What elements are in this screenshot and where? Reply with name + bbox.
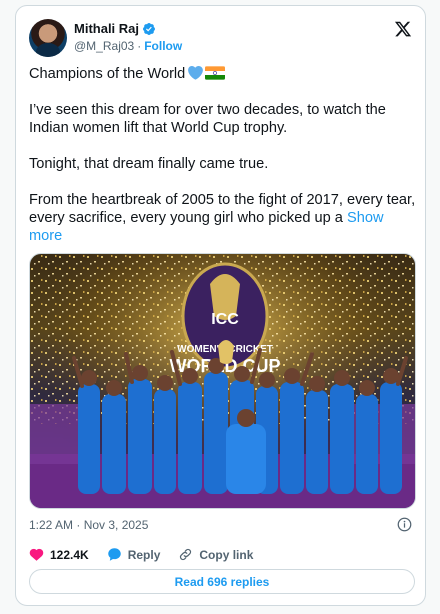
heart-icon bbox=[29, 548, 44, 561]
blue-heart-emoji bbox=[188, 66, 204, 80]
likes-count: 122.4K bbox=[50, 547, 89, 562]
link-icon bbox=[180, 548, 192, 561]
copy-link-label: Copy link bbox=[199, 547, 254, 562]
tweet-card: Mithali Raj @M_Raj03 · Follow Champions … bbox=[15, 5, 426, 606]
tweet-paragraph-4: From the heartbreak of 2005 to the fight… bbox=[29, 191, 417, 245]
tweet-text: Champions of the World I’ve seen this dr… bbox=[29, 65, 417, 245]
info-icon[interactable] bbox=[397, 517, 412, 532]
like-action[interactable]: 122.4K bbox=[29, 547, 89, 562]
tweet-headline: Champions of the World bbox=[29, 66, 186, 82]
x-logo-icon[interactable] bbox=[394, 20, 412, 38]
tweet-paragraph-3: Tonight, that dream finally came true. bbox=[29, 156, 269, 172]
trophy bbox=[218, 340, 234, 364]
reply-label: Reply bbox=[127, 547, 161, 562]
author-name-row: Mithali Raj bbox=[74, 21, 156, 36]
author-handle-row: @M_Raj03 · Follow bbox=[74, 39, 182, 53]
author-handle[interactable]: @M_Raj03 bbox=[74, 39, 134, 53]
tweet-timestamp[interactable]: 1:22 AM · Nov 3, 2025 bbox=[29, 518, 148, 532]
follow-button[interactable]: Follow bbox=[144, 39, 182, 53]
tweet-photo[interactable]: ICC WOMEN'S CRICKET WORLD CUP bbox=[29, 253, 416, 509]
logo-icc-text: ICC bbox=[211, 311, 239, 328]
tweet-actions: 122.4K Reply Copy link bbox=[29, 547, 271, 562]
separator-dot: · bbox=[137, 39, 142, 53]
author-avatar[interactable] bbox=[29, 19, 67, 57]
read-replies-button[interactable]: Read 696 replies bbox=[29, 569, 415, 594]
copy-link-action[interactable]: Copy link bbox=[178, 547, 253, 562]
tweet-line-1: Champions of the World bbox=[29, 65, 417, 83]
india-flag-emoji bbox=[205, 66, 226, 80]
tweet-paragraph-2: I’ve seen this dream for over two decade… bbox=[29, 102, 386, 136]
trophy-celebration-image: ICC WOMEN'S CRICKET WORLD CUP bbox=[30, 254, 415, 508]
reply-action[interactable]: Reply bbox=[107, 547, 161, 562]
reply-bubble-icon bbox=[107, 548, 121, 561]
author-name[interactable]: Mithali Raj bbox=[74, 21, 139, 36]
verified-badge-icon bbox=[143, 22, 155, 35]
